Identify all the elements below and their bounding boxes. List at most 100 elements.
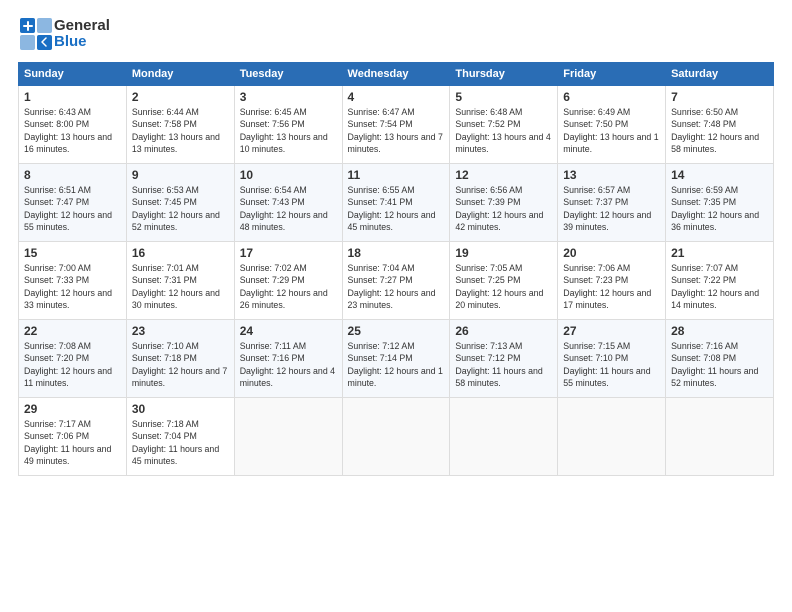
calendar-cell: 29 Sunrise: 7:17 AM Sunset: 7:06 PM Dayl…: [19, 398, 127, 476]
calendar-cell: [666, 398, 774, 476]
day-number: 5: [455, 90, 552, 104]
calendar-cell: [450, 398, 558, 476]
calendar-cell: 5 Sunrise: 6:48 AM Sunset: 7:52 PM Dayli…: [450, 86, 558, 164]
day-number: 16: [132, 246, 229, 260]
day-number: 23: [132, 324, 229, 338]
logo-general: General: [54, 18, 110, 35]
calendar-cell: 10 Sunrise: 6:54 AM Sunset: 7:43 PM Dayl…: [234, 164, 342, 242]
day-number: 4: [348, 90, 445, 104]
day-info: Sunrise: 6:43 AM Sunset: 8:00 PM Dayligh…: [24, 106, 121, 155]
calendar-cell: 2 Sunrise: 6:44 AM Sunset: 7:58 PM Dayli…: [126, 86, 234, 164]
day-info: Sunrise: 7:01 AM Sunset: 7:31 PM Dayligh…: [132, 262, 229, 311]
logo-svg: [18, 16, 54, 52]
calendar-cell: 9 Sunrise: 6:53 AM Sunset: 7:45 PM Dayli…: [126, 164, 234, 242]
calendar-cell: 15 Sunrise: 7:00 AM Sunset: 7:33 PM Dayl…: [19, 242, 127, 320]
day-info: Sunrise: 6:48 AM Sunset: 7:52 PM Dayligh…: [455, 106, 552, 155]
calendar-cell: 19 Sunrise: 7:05 AM Sunset: 7:25 PM Dayl…: [450, 242, 558, 320]
day-info: Sunrise: 7:08 AM Sunset: 7:20 PM Dayligh…: [24, 340, 121, 389]
day-number: 2: [132, 90, 229, 104]
day-header-thursday: Thursday: [450, 63, 558, 86]
day-number: 28: [671, 324, 768, 338]
day-info: Sunrise: 7:04 AM Sunset: 7:27 PM Dayligh…: [348, 262, 445, 311]
day-number: 6: [563, 90, 660, 104]
day-header-sunday: Sunday: [19, 63, 127, 86]
calendar-cell: 11 Sunrise: 6:55 AM Sunset: 7:41 PM Dayl…: [342, 164, 450, 242]
day-info: Sunrise: 6:47 AM Sunset: 7:54 PM Dayligh…: [348, 106, 445, 155]
day-info: Sunrise: 7:07 AM Sunset: 7:22 PM Dayligh…: [671, 262, 768, 311]
day-info: Sunrise: 6:56 AM Sunset: 7:39 PM Dayligh…: [455, 184, 552, 233]
day-info: Sunrise: 7:05 AM Sunset: 7:25 PM Dayligh…: [455, 262, 552, 311]
page: General Blue SundayMondayTuesdayWednesda…: [0, 0, 792, 612]
day-number: 21: [671, 246, 768, 260]
calendar-cell: 23 Sunrise: 7:10 AM Sunset: 7:18 PM Dayl…: [126, 320, 234, 398]
day-info: Sunrise: 7:02 AM Sunset: 7:29 PM Dayligh…: [240, 262, 337, 311]
day-number: 15: [24, 246, 121, 260]
calendar-cell: 20 Sunrise: 7:06 AM Sunset: 7:23 PM Dayl…: [558, 242, 666, 320]
day-number: 17: [240, 246, 337, 260]
calendar-cell: 22 Sunrise: 7:08 AM Sunset: 7:20 PM Dayl…: [19, 320, 127, 398]
day-number: 24: [240, 324, 337, 338]
calendar-cell: 13 Sunrise: 6:57 AM Sunset: 7:37 PM Dayl…: [558, 164, 666, 242]
logo-text: General Blue: [54, 18, 110, 51]
day-info: Sunrise: 7:11 AM Sunset: 7:16 PM Dayligh…: [240, 340, 337, 389]
calendar-cell: 4 Sunrise: 6:47 AM Sunset: 7:54 PM Dayli…: [342, 86, 450, 164]
day-number: 26: [455, 324, 552, 338]
calendar-cell: 1 Sunrise: 6:43 AM Sunset: 8:00 PM Dayli…: [19, 86, 127, 164]
day-info: Sunrise: 7:13 AM Sunset: 7:12 PM Dayligh…: [455, 340, 552, 389]
day-info: Sunrise: 6:55 AM Sunset: 7:41 PM Dayligh…: [348, 184, 445, 233]
day-number: 20: [563, 246, 660, 260]
day-number: 11: [348, 168, 445, 182]
calendar-cell: 3 Sunrise: 6:45 AM Sunset: 7:56 PM Dayli…: [234, 86, 342, 164]
day-info: Sunrise: 7:17 AM Sunset: 7:06 PM Dayligh…: [24, 418, 121, 467]
day-number: 12: [455, 168, 552, 182]
day-info: Sunrise: 6:44 AM Sunset: 7:58 PM Dayligh…: [132, 106, 229, 155]
day-header-friday: Friday: [558, 63, 666, 86]
day-header-wednesday: Wednesday: [342, 63, 450, 86]
calendar-cell: [558, 398, 666, 476]
day-number: 7: [671, 90, 768, 104]
day-number: 30: [132, 402, 229, 416]
day-info: Sunrise: 7:16 AM Sunset: 7:08 PM Dayligh…: [671, 340, 768, 389]
day-number: 19: [455, 246, 552, 260]
day-info: Sunrise: 7:06 AM Sunset: 7:23 PM Dayligh…: [563, 262, 660, 311]
calendar-table: SundayMondayTuesdayWednesdayThursdayFrid…: [18, 62, 774, 476]
day-number: 18: [348, 246, 445, 260]
day-info: Sunrise: 6:54 AM Sunset: 7:43 PM Dayligh…: [240, 184, 337, 233]
calendar-cell: 26 Sunrise: 7:13 AM Sunset: 7:12 PM Dayl…: [450, 320, 558, 398]
calendar-cell: 30 Sunrise: 7:18 AM Sunset: 7:04 PM Dayl…: [126, 398, 234, 476]
header: General Blue: [18, 16, 774, 52]
day-number: 1: [24, 90, 121, 104]
day-number: 13: [563, 168, 660, 182]
calendar-cell: 24 Sunrise: 7:11 AM Sunset: 7:16 PM Dayl…: [234, 320, 342, 398]
calendar-cell: 14 Sunrise: 6:59 AM Sunset: 7:35 PM Dayl…: [666, 164, 774, 242]
calendar-cell: 25 Sunrise: 7:12 AM Sunset: 7:14 PM Dayl…: [342, 320, 450, 398]
calendar-cell: 12 Sunrise: 6:56 AM Sunset: 7:39 PM Dayl…: [450, 164, 558, 242]
calendar-cell: [342, 398, 450, 476]
day-header-tuesday: Tuesday: [234, 63, 342, 86]
day-info: Sunrise: 6:57 AM Sunset: 7:37 PM Dayligh…: [563, 184, 660, 233]
logo-blue: Blue: [54, 34, 110, 51]
calendar-cell: 21 Sunrise: 7:07 AM Sunset: 7:22 PM Dayl…: [666, 242, 774, 320]
day-number: 25: [348, 324, 445, 338]
day-number: 29: [24, 402, 121, 416]
day-number: 10: [240, 168, 337, 182]
calendar-cell: 16 Sunrise: 7:01 AM Sunset: 7:31 PM Dayl…: [126, 242, 234, 320]
calendar-cell: 27 Sunrise: 7:15 AM Sunset: 7:10 PM Dayl…: [558, 320, 666, 398]
calendar-cell: 28 Sunrise: 7:16 AM Sunset: 7:08 PM Dayl…: [666, 320, 774, 398]
day-number: 8: [24, 168, 121, 182]
calendar-cell: 6 Sunrise: 6:49 AM Sunset: 7:50 PM Dayli…: [558, 86, 666, 164]
calendar-cell: 8 Sunrise: 6:51 AM Sunset: 7:47 PM Dayli…: [19, 164, 127, 242]
day-info: Sunrise: 6:49 AM Sunset: 7:50 PM Dayligh…: [563, 106, 660, 155]
day-number: 22: [24, 324, 121, 338]
day-info: Sunrise: 6:51 AM Sunset: 7:47 PM Dayligh…: [24, 184, 121, 233]
day-info: Sunrise: 6:59 AM Sunset: 7:35 PM Dayligh…: [671, 184, 768, 233]
day-info: Sunrise: 7:15 AM Sunset: 7:10 PM Dayligh…: [563, 340, 660, 389]
day-info: Sunrise: 6:45 AM Sunset: 7:56 PM Dayligh…: [240, 106, 337, 155]
calendar-cell: 17 Sunrise: 7:02 AM Sunset: 7:29 PM Dayl…: [234, 242, 342, 320]
calendar-cell: 18 Sunrise: 7:04 AM Sunset: 7:27 PM Dayl…: [342, 242, 450, 320]
day-info: Sunrise: 7:12 AM Sunset: 7:14 PM Dayligh…: [348, 340, 445, 389]
calendar-cell: 7 Sunrise: 6:50 AM Sunset: 7:48 PM Dayli…: [666, 86, 774, 164]
day-header-saturday: Saturday: [666, 63, 774, 86]
day-number: 27: [563, 324, 660, 338]
day-info: Sunrise: 6:53 AM Sunset: 7:45 PM Dayligh…: [132, 184, 229, 233]
